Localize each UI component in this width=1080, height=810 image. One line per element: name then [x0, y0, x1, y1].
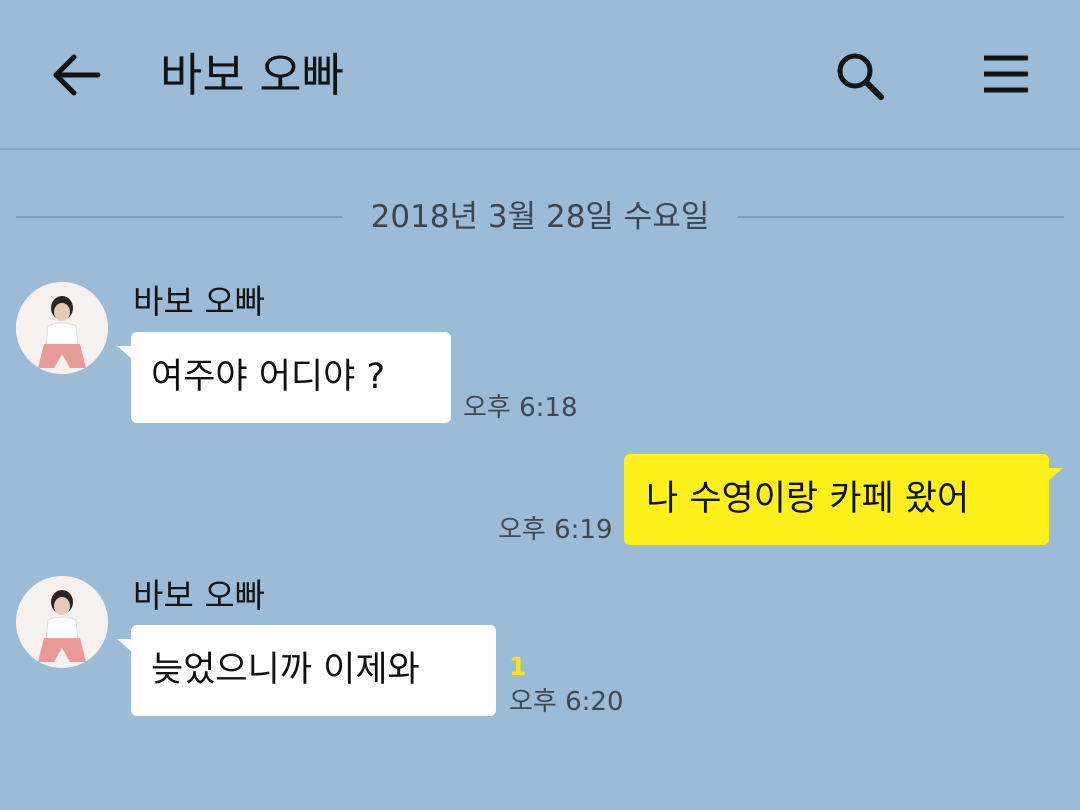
divider-line — [16, 216, 342, 218]
message-text: 나 수영이랑 카페 왔어 — [646, 479, 970, 519]
message-bubble-incoming[interactable]: 여주야 어디야 ? — [117, 332, 451, 423]
sender-name: 바보 오빠 — [133, 282, 265, 321]
message-time: 오후 6:20 — [509, 687, 624, 717]
date-text: 2018년 3월 28일 수요일 — [370, 199, 710, 235]
profile-photo — [16, 576, 108, 668]
message-time: 오후 6:19 — [498, 515, 613, 545]
avatar[interactable] — [16, 282, 108, 374]
message-time: 오후 6:18 — [463, 393, 578, 423]
avatar[interactable] — [16, 576, 108, 668]
sender-name: 바보 오빠 — [133, 576, 265, 615]
message-bubble-incoming[interactable]: 늦었으니까 이제와 — [117, 625, 496, 716]
menu-button[interactable] — [976, 46, 1036, 106]
arrow-left-icon — [53, 54, 101, 96]
message-text: 늦었으니까 이제와 — [151, 650, 420, 690]
message-bubble-outgoing[interactable]: 나 수영이랑 카페 왔어 — [624, 454, 1063, 545]
unread-count: 1 — [509, 652, 527, 681]
divider-line — [738, 216, 1064, 218]
profile-photo — [16, 282, 108, 374]
search-button[interactable] — [830, 46, 890, 106]
message-text: 여주야 어디야 ? — [151, 357, 386, 397]
search-icon — [837, 53, 884, 100]
back-button[interactable] — [48, 46, 106, 104]
date-divider: 2018년 3월 28일 수요일 — [16, 194, 1064, 240]
chat-title: 바보 오빠 — [160, 48, 344, 102]
hamburger-menu-icon — [984, 55, 1028, 93]
chat-header: 바보 오빠 — [0, 0, 1080, 150]
